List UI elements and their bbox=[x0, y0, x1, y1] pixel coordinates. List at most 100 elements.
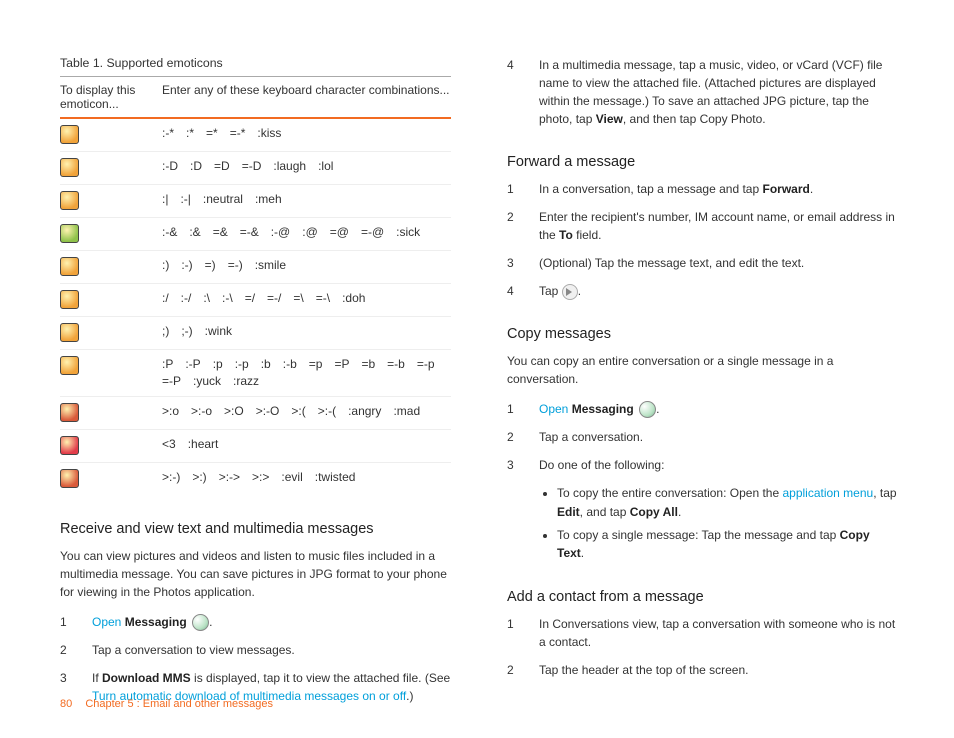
list-item: To copy the entire conversation: Open th… bbox=[557, 484, 898, 521]
list-item: To copy a single message: Tap the messag… bbox=[557, 526, 898, 563]
emoticon-code: >:-O bbox=[256, 403, 280, 420]
emoticon-code: :* bbox=[186, 125, 194, 142]
codes-cell: :-*:*=*=-*:kiss bbox=[162, 125, 451, 142]
codes-cell: :):-)=)=-):smile bbox=[162, 257, 451, 274]
emoticon-code: =* bbox=[206, 125, 218, 142]
emoticon-icon bbox=[60, 224, 79, 243]
copy-steps: 1 Open Messaging . 2Tap a conversation. … bbox=[507, 400, 898, 474]
table-row: :):-)=)=-):smile bbox=[60, 250, 451, 283]
add-steps: 1In Conversations view, tap a conversati… bbox=[507, 615, 898, 679]
emoticon-icon bbox=[60, 158, 79, 177]
emoticon-code: =/ bbox=[245, 290, 255, 307]
chapter-label: Chapter 5 : Email and other messages bbox=[85, 698, 273, 710]
emoticon-cell bbox=[60, 403, 162, 422]
emoticon-code: >:o bbox=[162, 403, 179, 420]
table-row: :-&:&=&=-&:-@:@=@=-@:sick bbox=[60, 217, 451, 250]
codes-cell: :P:-P:p:-p:b:-b=p=P=b=-b=-p=-P:yuck:razz bbox=[162, 356, 451, 390]
emoticon-cell bbox=[60, 436, 162, 455]
emoticon-code: :-D bbox=[162, 158, 178, 175]
codes-cell: :-&:&=&=-&:-@:@=@=-@:sick bbox=[162, 224, 451, 241]
th-emoticon: To display this emoticon... bbox=[60, 83, 162, 111]
left-column: Table 1. Supported emoticons To display … bbox=[60, 56, 451, 696]
emoticon-code: =-D bbox=[242, 158, 262, 175]
forward-steps: 1 In a conversation, tap a message and t… bbox=[507, 180, 898, 300]
copy-bullets: To copy the entire conversation: Open th… bbox=[539, 484, 898, 562]
emoticon-icon bbox=[60, 469, 79, 488]
emoticon-icon bbox=[60, 436, 79, 455]
codes-cell: :-D:D=D=-D:laugh:lol bbox=[162, 158, 451, 175]
emoticon-code: :p bbox=[213, 356, 223, 373]
emoticon-code: :& bbox=[189, 224, 200, 241]
emoticon-code: =\ bbox=[293, 290, 303, 307]
emoticon-code: :smile bbox=[255, 257, 286, 274]
emoticon-code: :D bbox=[190, 158, 202, 175]
emoticon-code: :evil bbox=[281, 469, 302, 486]
emoticon-code: =-P bbox=[162, 373, 181, 390]
codes-cell: >:o>:-o>:O>:-O>:(>:-(:angry:mad bbox=[162, 403, 451, 420]
emoticon-cell bbox=[60, 323, 162, 342]
table-row: >:o>:-o>:O>:-O>:(>:-(:angry:mad bbox=[60, 396, 451, 429]
emoticon-code: >:) bbox=[192, 469, 206, 486]
open-link[interactable]: Open bbox=[92, 615, 121, 629]
emoticon-code: >:-o bbox=[191, 403, 212, 420]
emoticon-code: =-@ bbox=[361, 224, 384, 241]
emoticon-code: =-* bbox=[230, 125, 246, 142]
emoticon-icon bbox=[60, 323, 79, 342]
emoticon-code: =D bbox=[214, 158, 230, 175]
emoticon-code: :\ bbox=[203, 290, 210, 307]
emoticon-code: :b bbox=[261, 356, 271, 373]
emoticon-code: :/ bbox=[162, 290, 169, 307]
emoticon-code: =-/ bbox=[267, 290, 281, 307]
emoticon-code: >:O bbox=[224, 403, 244, 420]
table-row: :-D:D=D=-D:laugh:lol bbox=[60, 151, 451, 184]
emoticon-code: >:-> bbox=[219, 469, 240, 486]
codes-cell: ;);-):wink bbox=[162, 323, 451, 340]
emoticon-code: :| bbox=[162, 191, 168, 208]
emoticon-icon bbox=[60, 403, 79, 422]
emoticon-code: ;-) bbox=[181, 323, 192, 340]
emoticon-cell bbox=[60, 257, 162, 276]
emoticon-code: =b bbox=[361, 356, 375, 373]
codes-cell: >:-)>:)>:->>:>:evil:twisted bbox=[162, 469, 451, 486]
table-row: :-*:*=*=-*:kiss bbox=[60, 119, 451, 151]
section-receive-body: You can view pictures and videos and lis… bbox=[60, 547, 451, 601]
send-icon bbox=[562, 284, 578, 300]
emoticon-code: :-b bbox=[283, 356, 297, 373]
step-number: 1 bbox=[60, 613, 92, 631]
emoticon-code: =-) bbox=[228, 257, 243, 274]
emoticon-table: :-*:*=*=-*:kiss:-D:D=D=-D:laugh:lol:|:-|… bbox=[60, 119, 451, 495]
emoticon-code: :-P bbox=[185, 356, 200, 373]
emoticon-code: =-p bbox=[417, 356, 435, 373]
table-row: >:-)>:)>:->>:>:evil:twisted bbox=[60, 462, 451, 495]
table-row: ;);-):wink bbox=[60, 316, 451, 349]
emoticon-code: :heart bbox=[188, 436, 219, 453]
emoticon-code: :angry bbox=[348, 403, 381, 420]
emoticon-code: =P bbox=[334, 356, 349, 373]
table-row: :/:-/:\:-\=/=-/=\=-\:doh bbox=[60, 283, 451, 316]
table-header: To display this emoticon... Enter any of… bbox=[60, 76, 451, 119]
emoticon-icon bbox=[60, 356, 79, 375]
step-text: Tap a conversation to view messages. bbox=[92, 641, 451, 659]
step-text: In a multimedia message, tap a music, vi… bbox=[539, 56, 898, 128]
emoticon-code: :-p bbox=[235, 356, 249, 373]
emoticon-code: =-\ bbox=[316, 290, 330, 307]
app-menu-link[interactable]: application menu bbox=[782, 486, 873, 500]
emoticon-code: :sick bbox=[396, 224, 420, 241]
emoticon-code: :laugh bbox=[273, 158, 306, 175]
section-add-title: Add a contact from a message bbox=[507, 589, 898, 605]
emoticon-code: :razz bbox=[233, 373, 259, 390]
continued-steps: 4 In a multimedia message, tap a music, … bbox=[507, 56, 898, 128]
page-footer: 80 Chapter 5 : Email and other messages bbox=[60, 698, 273, 710]
emoticon-code: :-| bbox=[180, 191, 190, 208]
emoticon-code: <3 bbox=[162, 436, 176, 453]
emoticon-code: :) bbox=[162, 257, 169, 274]
emoticon-code: :doh bbox=[342, 290, 365, 307]
emoticon-code: :-@ bbox=[271, 224, 291, 241]
app-name: Messaging bbox=[125, 615, 187, 629]
table-row: :P:-P:p:-p:b:-b=p=P=b=-b=-p=-P:yuck:razz bbox=[60, 349, 451, 396]
emoticon-cell bbox=[60, 125, 162, 144]
open-link[interactable]: Open bbox=[539, 402, 568, 416]
emoticon-code: =-b bbox=[387, 356, 405, 373]
emoticon-cell bbox=[60, 469, 162, 488]
emoticon-code: >:-( bbox=[318, 403, 336, 420]
